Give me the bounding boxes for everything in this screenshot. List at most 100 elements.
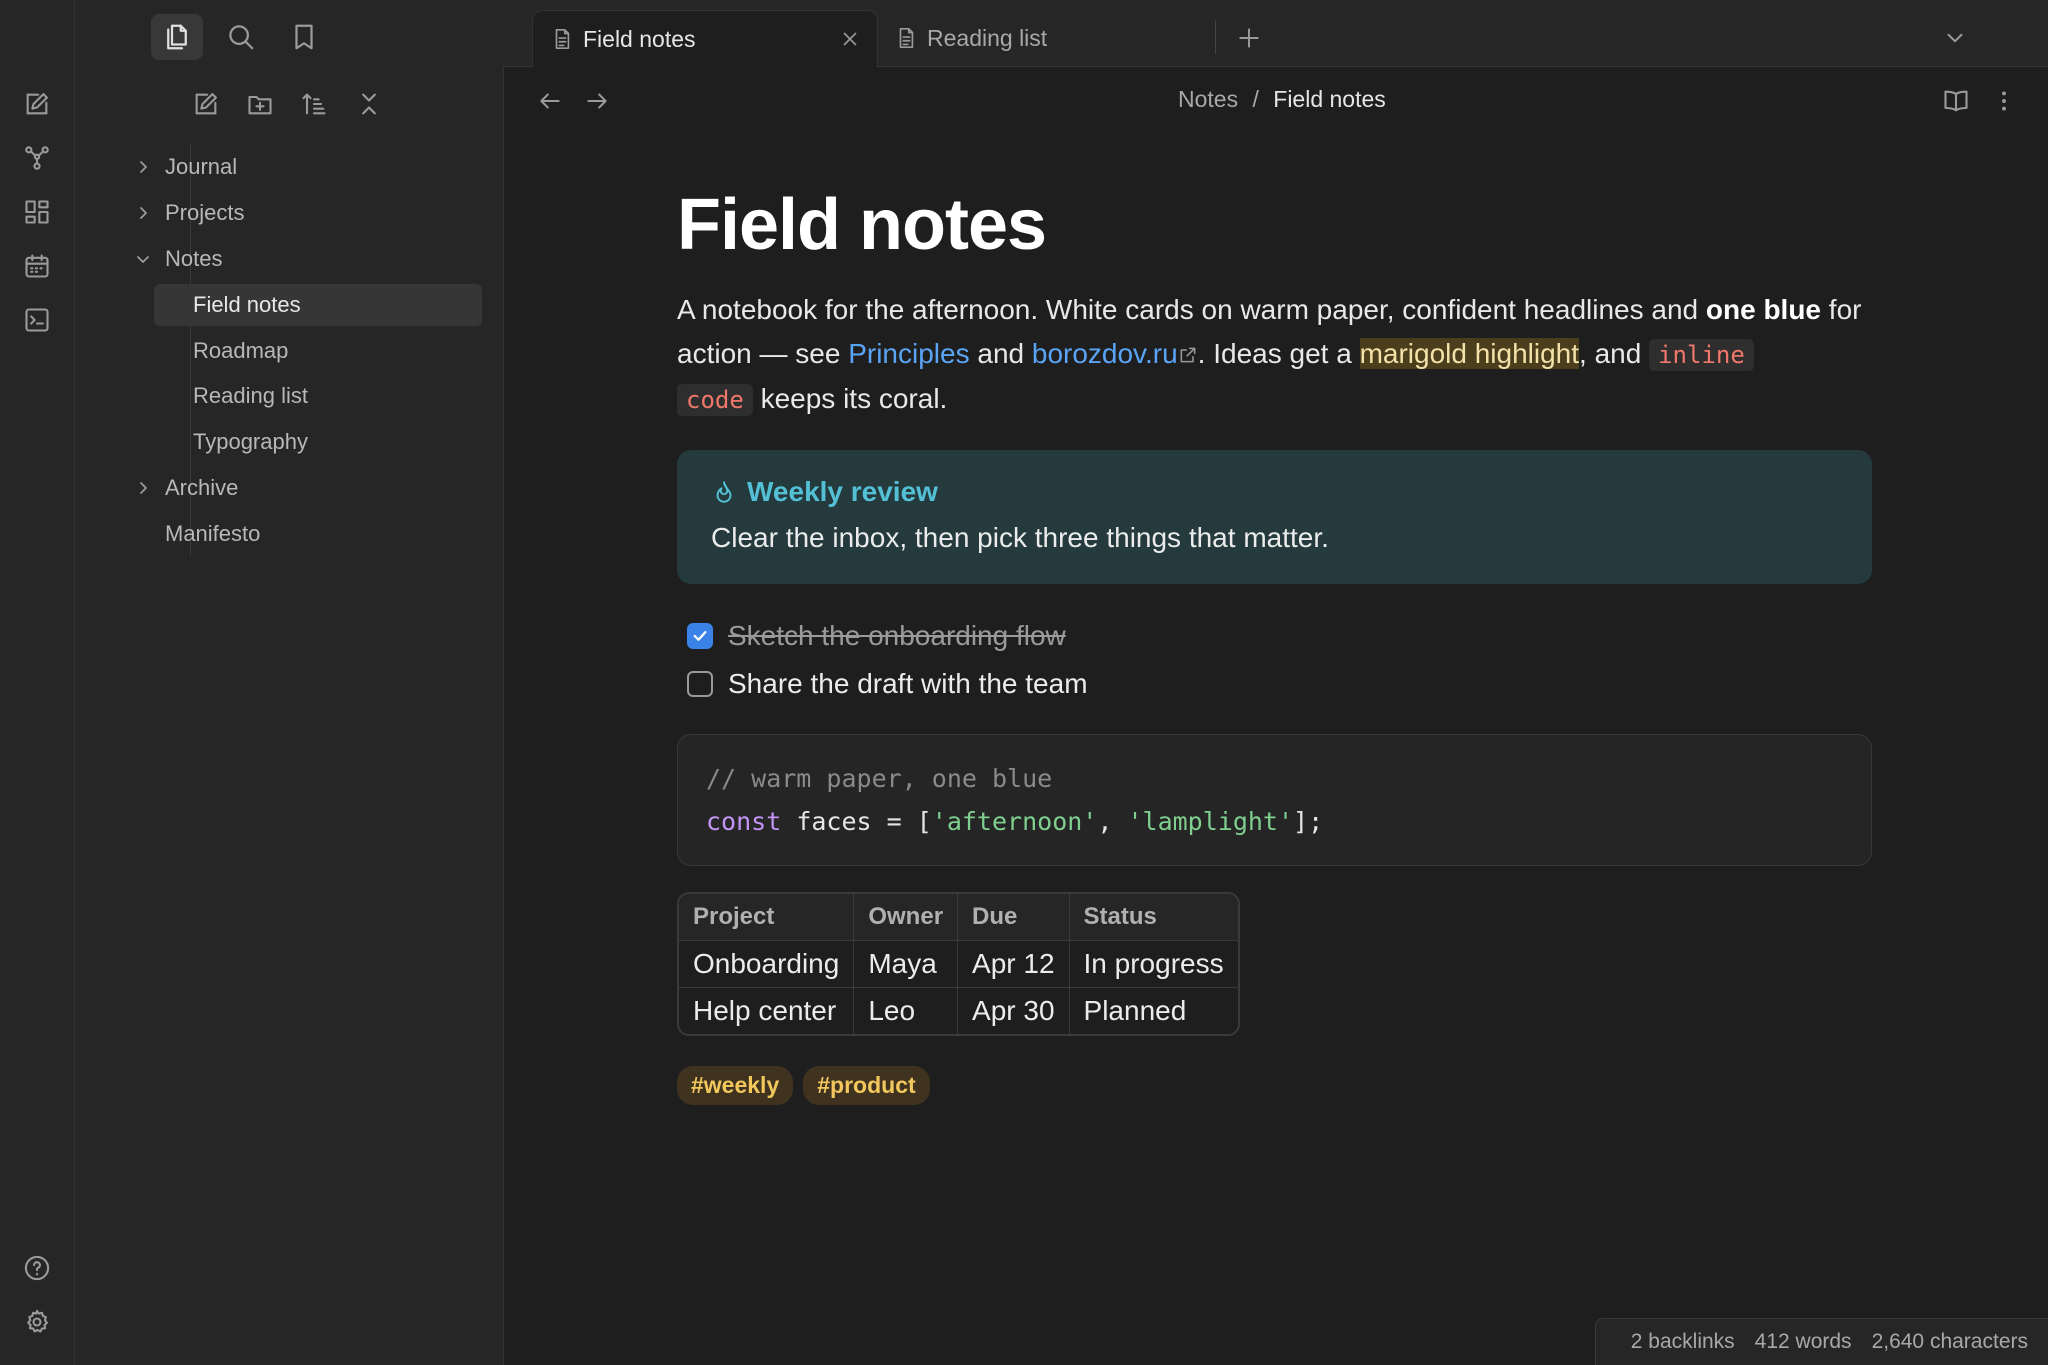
note-content: Field notes A notebook for the afternoon… bbox=[677, 180, 1872, 1105]
inline-code: inline bbox=[1649, 339, 1754, 371]
reading-view-icon[interactable] bbox=[1938, 83, 1974, 119]
note-title[interactable]: Field notes bbox=[677, 180, 1872, 270]
folder-label: Journal bbox=[165, 154, 238, 179]
new-folder-icon[interactable] bbox=[240, 84, 280, 124]
collapse-all-icon[interactable] bbox=[349, 84, 389, 124]
table-header: Owner bbox=[854, 894, 959, 941]
table-cell: Apr 30 bbox=[958, 988, 1070, 1034]
file-typography[interactable]: Typography bbox=[154, 421, 482, 463]
file-label: Field notes bbox=[193, 292, 301, 317]
back-arrow-icon[interactable] bbox=[532, 83, 568, 119]
callout[interactable]: Weekly review Clear the inbox, then pick… bbox=[677, 450, 1872, 584]
folder-label: Notes bbox=[165, 246, 223, 271]
new-tab-icon[interactable] bbox=[1231, 20, 1267, 56]
sort-icon[interactable] bbox=[294, 84, 334, 124]
backlinks-count[interactable]: 2 backlinks bbox=[1631, 1330, 1735, 1354]
bookmark-icon[interactable] bbox=[278, 14, 330, 60]
file-label: Manifesto bbox=[165, 521, 261, 546]
settings-icon[interactable] bbox=[19, 1304, 55, 1340]
table-cell: Onboarding bbox=[679, 941, 855, 988]
close-icon[interactable] bbox=[839, 28, 861, 50]
intro-paragraph[interactable]: A notebook for the afternoon. White card… bbox=[677, 288, 1872, 422]
breadcrumb-parent[interactable]: Notes bbox=[1178, 86, 1238, 112]
graph-view-icon[interactable] bbox=[19, 140, 55, 176]
text: , and bbox=[1579, 338, 1650, 369]
tag-weekly[interactable]: #weekly bbox=[677, 1066, 794, 1105]
canvas-icon[interactable] bbox=[19, 194, 55, 230]
chevron-right-icon bbox=[140, 161, 147, 173]
tag-product[interactable]: #product bbox=[803, 1066, 930, 1105]
code-identifier: faces = [ bbox=[781, 807, 932, 836]
help-icon[interactable] bbox=[19, 1250, 55, 1286]
folder-notes[interactable]: Notes bbox=[135, 238, 465, 280]
table-cell: Help center bbox=[679, 988, 855, 1034]
tab-label: Reading list bbox=[927, 24, 1048, 51]
code-string: 'lamplight' bbox=[1127, 807, 1294, 836]
code-block[interactable]: // warm paper, one blue const faces = ['… bbox=[677, 734, 1872, 866]
file-roadmap[interactable]: Roadmap bbox=[154, 330, 482, 372]
tab-reading-list[interactable]: Reading list bbox=[877, 10, 1207, 66]
code-keyword: const bbox=[706, 807, 782, 836]
breadcrumb-separator: / bbox=[1252, 86, 1259, 112]
file-label: Roadmap bbox=[193, 338, 289, 363]
folder-archive[interactable]: Archive bbox=[135, 467, 465, 509]
task-checkbox[interactable] bbox=[687, 671, 713, 697]
code-punct: ]; bbox=[1293, 807, 1324, 836]
code-line: const faces = ['afternoon', 'lamplight']… bbox=[706, 800, 1843, 843]
terminal-icon[interactable] bbox=[19, 302, 55, 338]
table-row: Onboarding Maya Apr 12 In progress bbox=[679, 941, 1238, 988]
task-text: Share the draft with the team bbox=[728, 668, 1088, 699]
search-icon[interactable] bbox=[215, 14, 267, 60]
code-string: 'afternoon' bbox=[931, 807, 1098, 836]
more-options-icon[interactable] bbox=[1986, 83, 2022, 119]
table-cell: In progress bbox=[1069, 941, 1238, 988]
folder-journal[interactable]: Journal bbox=[135, 146, 465, 188]
new-note-icon[interactable] bbox=[186, 84, 226, 124]
task-text: Sketch the onboarding flow bbox=[728, 620, 1066, 651]
word-count: 412 words bbox=[1754, 1330, 1852, 1353]
new-note-icon[interactable] bbox=[19, 86, 55, 122]
table-cell: Maya bbox=[854, 941, 959, 988]
callout-title-text: Weekly review bbox=[747, 476, 938, 507]
table-cell: Planned bbox=[1083, 995, 1187, 1026]
files-icon[interactable] bbox=[151, 14, 203, 60]
folder-projects[interactable]: Projects bbox=[135, 192, 465, 234]
callout-body: Clear the inbox, then pick three things … bbox=[711, 522, 1329, 553]
checkmark-icon bbox=[693, 631, 707, 641]
external-link[interactable]: borozdov.ru bbox=[1032, 338, 1178, 369]
task-item: Sketch the onboarding flow bbox=[687, 612, 1872, 660]
tab-divider bbox=[1215, 20, 1216, 54]
chevron-right-icon bbox=[140, 482, 147, 494]
text: and bbox=[969, 338, 1032, 369]
chevron-right-icon bbox=[140, 207, 147, 219]
table-cell: Apr 12 bbox=[958, 941, 1070, 988]
calendar-icon[interactable] bbox=[19, 248, 55, 284]
task-checkbox-checked[interactable] bbox=[687, 623, 713, 649]
code-punct: , bbox=[1097, 807, 1128, 836]
folder-label: Archive bbox=[165, 475, 239, 500]
flame-icon bbox=[716, 481, 732, 503]
inline-code: code bbox=[677, 384, 753, 416]
table-header: Project bbox=[679, 894, 855, 941]
callout-title: Weekly review bbox=[711, 476, 1838, 508]
table-cell: Leo bbox=[854, 988, 959, 1034]
breadcrumb: Notes / Field notes bbox=[1178, 86, 1386, 113]
tab-list-chevron-down-icon[interactable] bbox=[1937, 20, 1973, 56]
highlight: marigold highlight bbox=[1359, 338, 1580, 369]
file-label: Reading list bbox=[193, 383, 308, 408]
tag-list: #weekly #product bbox=[677, 1066, 1872, 1105]
file-field-notes[interactable]: Field notes bbox=[154, 284, 482, 326]
code-comment: // warm paper, one blue bbox=[706, 764, 1053, 793]
file-manifesto[interactable]: Manifesto bbox=[135, 513, 465, 555]
breadcrumb-current[interactable]: Field notes bbox=[1273, 86, 1386, 112]
forward-arrow-icon[interactable] bbox=[579, 83, 615, 119]
task-item: Share the draft with the team bbox=[687, 660, 1872, 708]
file-reading-list[interactable]: Reading list bbox=[154, 375, 482, 417]
chevron-down-icon bbox=[137, 256, 149, 263]
data-table[interactable]: Project Owner Due Status Onboarding Maya… bbox=[677, 892, 1240, 1036]
character-count: 2,640 characters bbox=[1871, 1330, 2028, 1353]
table-header: Status bbox=[1069, 894, 1238, 941]
tab-field-notes[interactable]: Field notes bbox=[532, 10, 878, 67]
file-icon bbox=[555, 29, 570, 49]
internal-link-principles[interactable]: Principles bbox=[848, 338, 969, 369]
